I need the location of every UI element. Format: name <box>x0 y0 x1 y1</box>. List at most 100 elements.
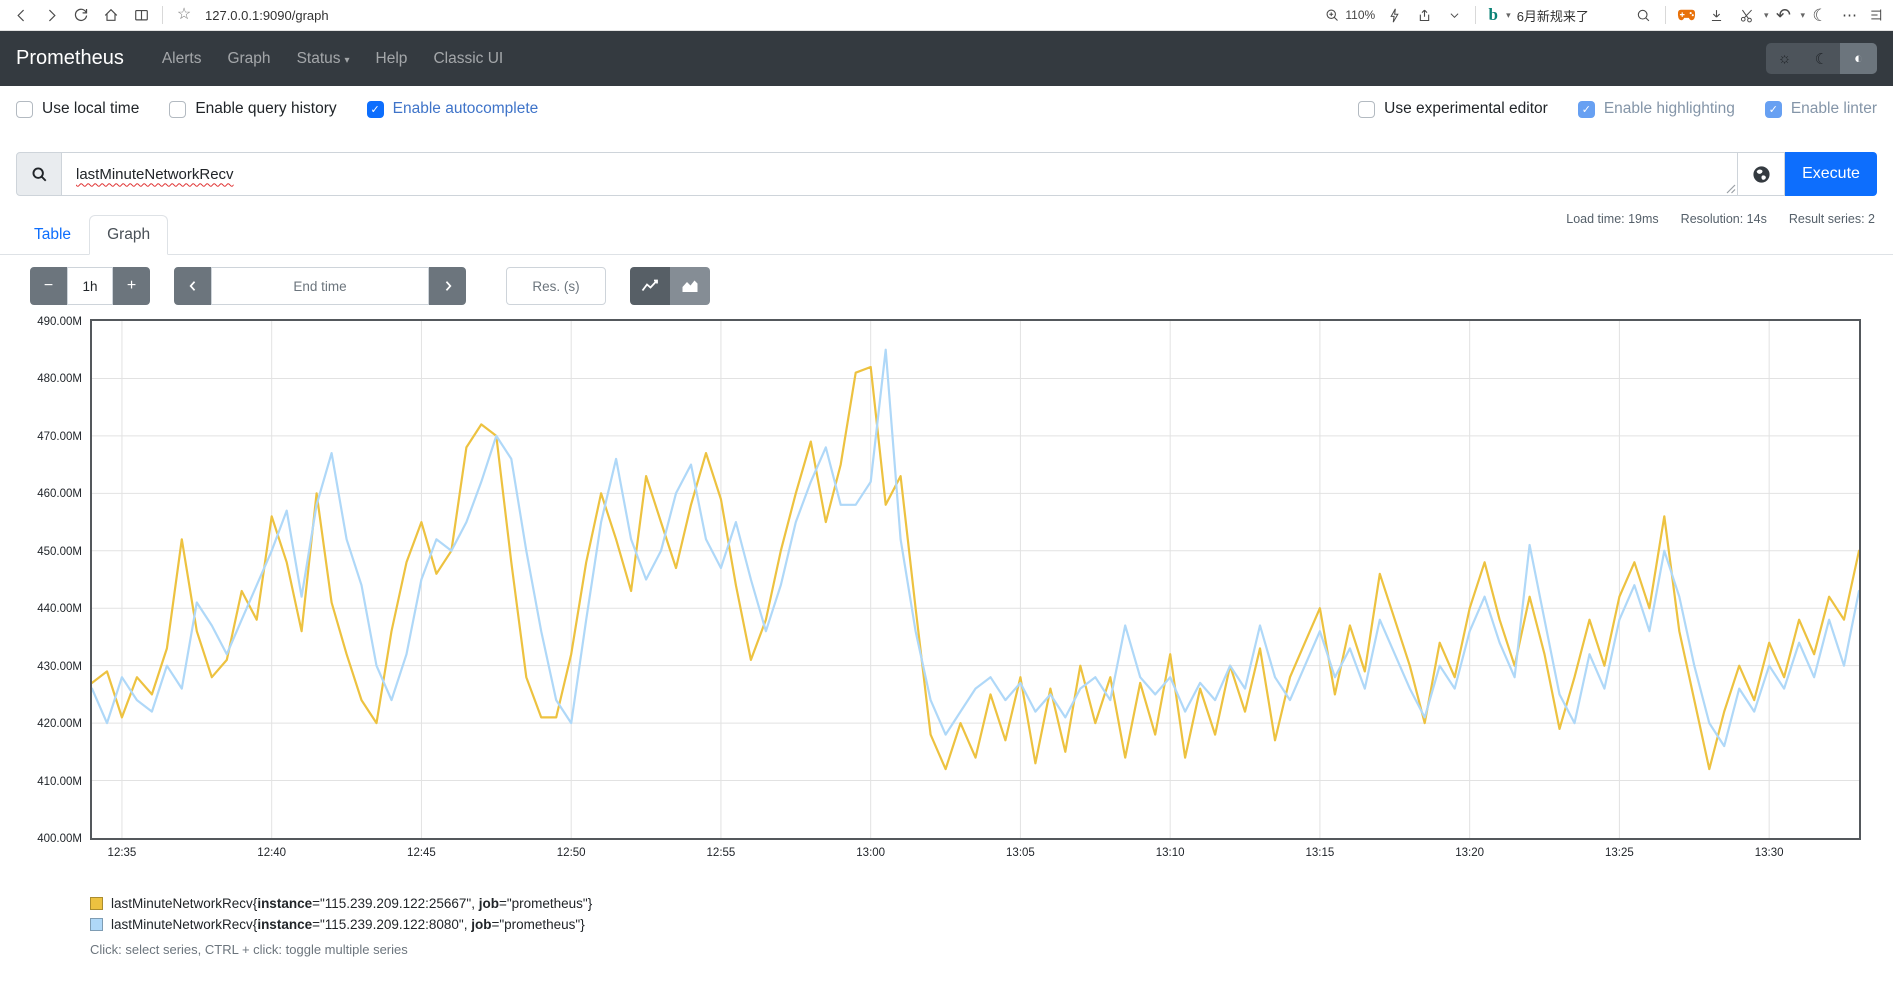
tab-table[interactable]: Table <box>16 215 89 255</box>
navbar-item-help[interactable]: Help <box>364 42 420 76</box>
checkbox-unchecked-icon[interactable] <box>16 101 33 118</box>
minus-icon: − <box>44 277 53 295</box>
checkbox-unchecked-icon[interactable] <box>1358 101 1375 118</box>
x-tick-label: 13:10 <box>1156 847 1185 859</box>
download-icon[interactable] <box>1702 2 1732 28</box>
x-axis-labels: 12:3512:4012:4512:5012:5513:0013:0513:10… <box>90 840 1877 864</box>
range-input[interactable]: 1h <box>67 267 113 305</box>
checkbox-use-local-time[interactable]: Use local time <box>16 100 139 118</box>
resolution-input[interactable]: Res. (s) <box>506 267 606 305</box>
checkbox-checked-icon[interactable]: ✓ <box>1765 101 1782 118</box>
sun-icon: ☼ <box>1778 50 1792 67</box>
line-chart-icon <box>641 278 659 294</box>
theme-light-button[interactable]: ☼ <box>1766 43 1803 74</box>
legend-label: lastMinuteNetworkRecv{instance="115.239.… <box>111 896 592 911</box>
x-tick-label: 13:30 <box>1755 847 1784 859</box>
x-tick-label: 12:45 <box>407 847 436 859</box>
chevron-down-icon[interactable] <box>1439 2 1469 28</box>
settings-right-group: Use experimental editor ✓ Enable highlight… <box>1358 100 1877 118</box>
x-tick-label: 13:15 <box>1306 847 1335 859</box>
back-icon[interactable] <box>6 2 36 28</box>
reading-view-icon[interactable] <box>126 2 156 28</box>
bing-logo-icon[interactable]: b <box>1482 2 1504 28</box>
checkbox-enable-query-history[interactable]: Enable query history <box>169 100 336 118</box>
theme-dark-button[interactable]: ☾ <box>1803 43 1840 74</box>
y-tick-label: 410.00M <box>12 776 82 788</box>
range-decrease-button[interactable]: − <box>30 267 67 305</box>
checkbox-enable-linter[interactable]: ✓ Enable linter <box>1765 100 1877 118</box>
x-tick-label: 13:20 <box>1455 847 1484 859</box>
zoom-level[interactable]: 110% <box>1345 8 1375 22</box>
navbar-links: AlertsGraphStatus▾HelpClassic UI <box>150 42 1766 76</box>
theme-toggle-group: ☼ ☾ ◐ <box>1766 43 1877 74</box>
legend-row[interactable]: lastMinuteNetworkRecv{instance="115.239.… <box>90 917 1877 932</box>
y-tick-label: 430.00M <box>12 661 82 673</box>
time-back-button[interactable] <box>174 267 211 305</box>
checkbox-label: Use experimental editor <box>1384 100 1548 118</box>
y-tick-label: 490.00M <box>12 316 82 328</box>
url-text[interactable]: 127.0.0.1:9090/graph <box>205 8 329 23</box>
query-search-addon <box>16 152 62 196</box>
x-tick-label: 13:25 <box>1605 847 1634 859</box>
settings-left-group: Use local time Enable query history ✓ Enabl… <box>16 100 538 118</box>
end-time-input[interactable]: End time <box>211 267 429 305</box>
forward-icon[interactable] <box>36 2 66 28</box>
navbar-item-status[interactable]: Status▾ <box>285 42 362 76</box>
chevron-right-icon <box>441 279 455 293</box>
share-icon[interactable] <box>1409 2 1439 28</box>
checkbox-checked-icon[interactable]: ✓ <box>1578 101 1595 118</box>
prometheus-navbar: Prometheus AlertsGraphStatus▾HelpClassic… <box>0 31 1893 86</box>
more-ellipsis-icon[interactable]: ⋯ <box>1835 2 1865 28</box>
y-tick-label: 440.00M <box>12 603 82 615</box>
search-icon <box>31 166 48 183</box>
execute-button[interactable]: Execute <box>1785 152 1877 196</box>
stat-item: Load time: 19ms <box>1566 212 1658 226</box>
undo-icon[interactable]: ↶ <box>1768 2 1798 28</box>
navbar-item-classic-ui[interactable]: Classic UI <box>421 42 515 76</box>
gamepad-icon[interactable] <box>1672 2 1702 28</box>
checkbox-label: Enable highlighting <box>1604 100 1735 118</box>
range-increase-button[interactable]: + <box>113 267 150 305</box>
y-tick-label: 420.00M <box>12 718 82 730</box>
search-suggestion-text[interactable]: 6月新规来了 <box>1517 6 1589 25</box>
resize-handle[interactable] <box>1725 183 1736 194</box>
sidebar-icon[interactable] <box>1865 2 1887 28</box>
query-expression: lastMinuteNetworkRecv <box>76 166 234 183</box>
checkbox-use-experimental-editor[interactable]: Use experimental editor <box>1358 100 1548 118</box>
dark-mode-moon-icon[interactable]: ☾ <box>1805 2 1835 28</box>
settings-row: Use local time Enable query history ✓ Enabl… <box>0 86 1893 132</box>
checkbox-enable-highlighting[interactable]: ✓ Enable highlighting <box>1578 100 1735 118</box>
refresh-icon[interactable] <box>66 2 96 28</box>
brand-title[interactable]: Prometheus <box>16 47 124 70</box>
home-icon[interactable] <box>96 2 126 28</box>
metrics-explorer-button[interactable] <box>1737 152 1785 196</box>
x-tick-label: 13:05 <box>1006 847 1035 859</box>
checkbox-checked-icon[interactable]: ✓ <box>367 101 384 118</box>
chart-plot[interactable] <box>90 319 1861 840</box>
scissors-icon[interactable] <box>1732 2 1762 28</box>
stacked-chart-button[interactable] <box>670 267 710 305</box>
legend-row[interactable]: lastMinuteNetworkRecv{instance="115.239.… <box>90 896 1877 911</box>
checkbox-label: Enable linter <box>1791 100 1877 118</box>
chart-type-toggle <box>630 267 710 305</box>
search-icon[interactable] <box>1629 2 1659 28</box>
address-bar[interactable]: ☆ 127.0.0.1:9090/graph <box>169 2 1321 28</box>
query-input[interactable]: lastMinuteNetworkRecv <box>62 152 1738 196</box>
checkbox-enable-autocomplete[interactable]: ✓ Enable autocomplete <box>367 100 539 118</box>
navbar-item-alerts[interactable]: Alerts <box>150 42 214 76</box>
theme-auto-button[interactable]: ◐ <box>1840 43 1877 74</box>
favorite-star-icon[interactable]: ☆ <box>169 2 199 28</box>
time-forward-button[interactable] <box>429 267 466 305</box>
legend-hint: Click: select series, CTRL + click: togg… <box>90 942 1877 957</box>
bing-caret-icon[interactable]: ▾ <box>1506 10 1511 21</box>
y-tick-label: 470.00M <box>12 431 82 443</box>
line-chart-button[interactable] <box>630 267 670 305</box>
checkbox-label: Enable autocomplete <box>393 100 539 118</box>
lightning-icon[interactable] <box>1379 2 1409 28</box>
navbar-item-graph[interactable]: Graph <box>215 42 282 76</box>
tab-graph[interactable]: Graph <box>89 215 168 255</box>
stat-item: Result series: 2 <box>1789 212 1875 226</box>
zoom-in-icon[interactable] <box>1321 2 1343 28</box>
x-tick-label: 13:00 <box>856 847 885 859</box>
checkbox-unchecked-icon[interactable] <box>169 101 186 118</box>
